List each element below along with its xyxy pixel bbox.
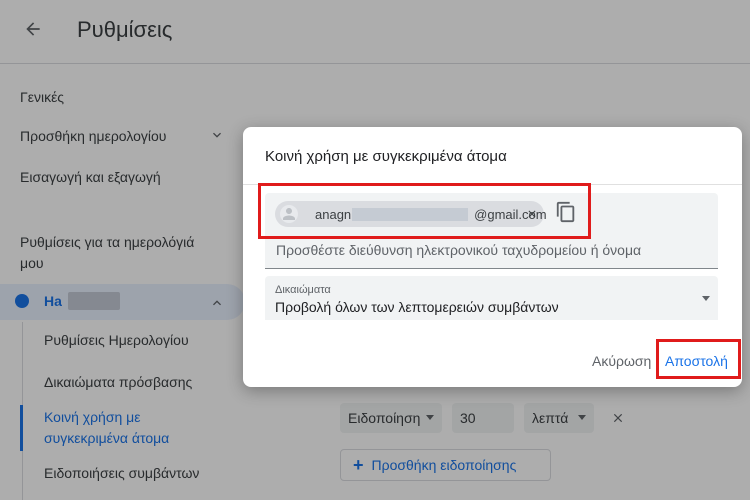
permissions-label: Δικαιώματα (275, 284, 331, 296)
cancel-button[interactable]: Ακύρωση (592, 353, 651, 369)
permissions-value: Προβολή όλων των λεπτομερειών συμβάντων (275, 299, 559, 315)
add-people-placeholder[interactable]: Προσθέστε διεύθυνση ηλεκτρονικού ταχυδρο… (276, 242, 641, 258)
permissions-select[interactable]: Δικαιώματα Προβολή όλων των λεπτομερειών… (265, 276, 718, 320)
dropdown-arrow-icon (702, 296, 710, 301)
dialog-title: Κοινή χρήση με συγκεκριμένα άτομα (265, 148, 507, 165)
highlight-send-button (656, 339, 741, 379)
highlight-email-chip (258, 183, 591, 239)
